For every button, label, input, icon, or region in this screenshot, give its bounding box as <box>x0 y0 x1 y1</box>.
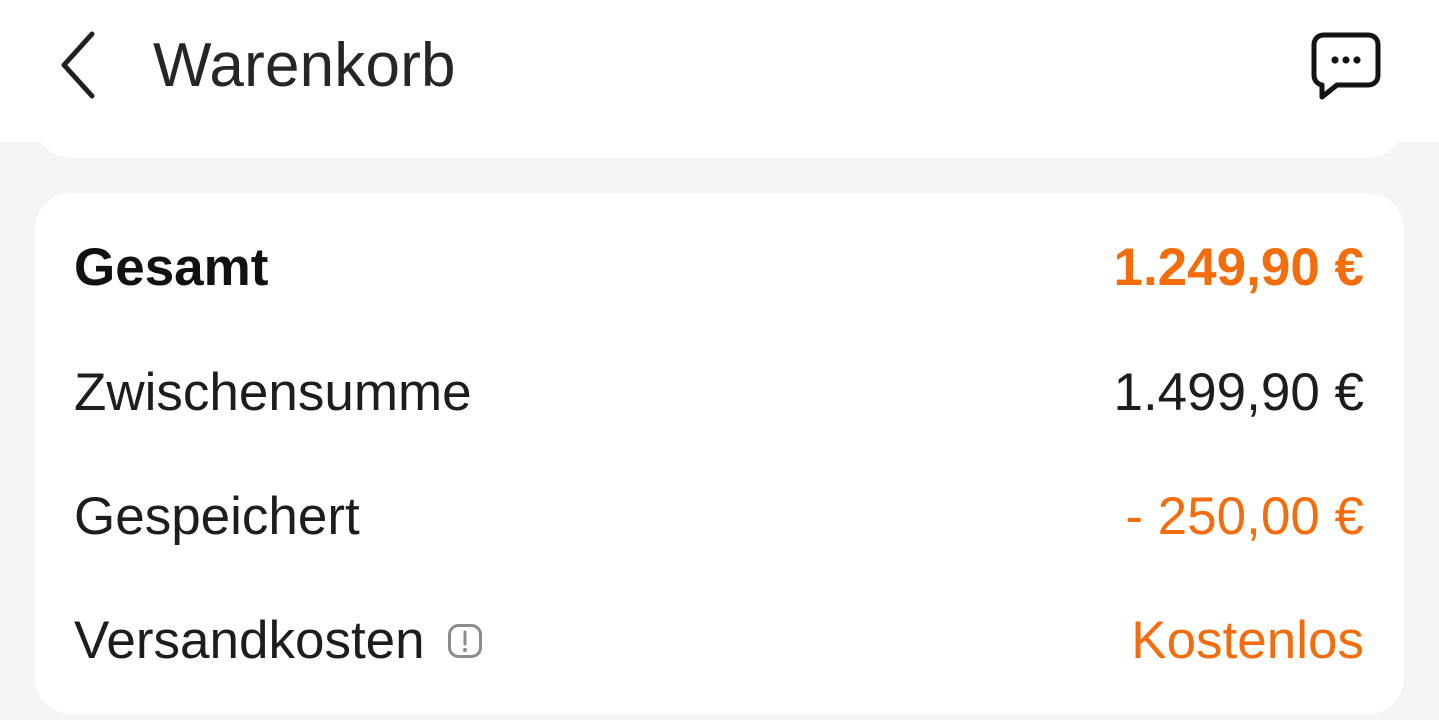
savings-value: - 250,00 € <box>1125 487 1364 546</box>
shipping-value: Kostenlos <box>1131 611 1364 670</box>
shipping-label: Versandkosten <box>74 611 425 670</box>
savings-label: Gespeichert <box>74 487 360 546</box>
more-options-button[interactable] <box>1301 22 1391 108</box>
subtotal-value: 1.499,90 € <box>1113 363 1364 422</box>
total-label: Gesamt <box>74 238 269 297</box>
subtotal-label: Zwischensumme <box>74 363 472 422</box>
subtotal-row: Zwischensumme 1.499,90 € <box>74 358 1364 428</box>
previous-card-edge <box>35 118 1404 158</box>
total-value: 1.249,90 € <box>1113 238 1364 297</box>
shipping-row: Versandkosten Kostenlos <box>74 606 1364 676</box>
message-more-icon <box>1311 32 1381 100</box>
info-icon-glyph <box>447 624 482 658</box>
total-row: Gesamt 1.249,90 € <box>74 233 1364 303</box>
chevron-left-icon <box>61 31 95 99</box>
savings-row: Gespeichert - 250,00 € <box>74 482 1364 552</box>
info-icon[interactable] <box>447 623 483 659</box>
order-summary-card: Gesamt 1.249,90 € Zwischensumme 1.499,90… <box>35 193 1404 714</box>
page-title: Warenkorb <box>153 31 456 100</box>
back-button[interactable] <box>44 26 114 104</box>
